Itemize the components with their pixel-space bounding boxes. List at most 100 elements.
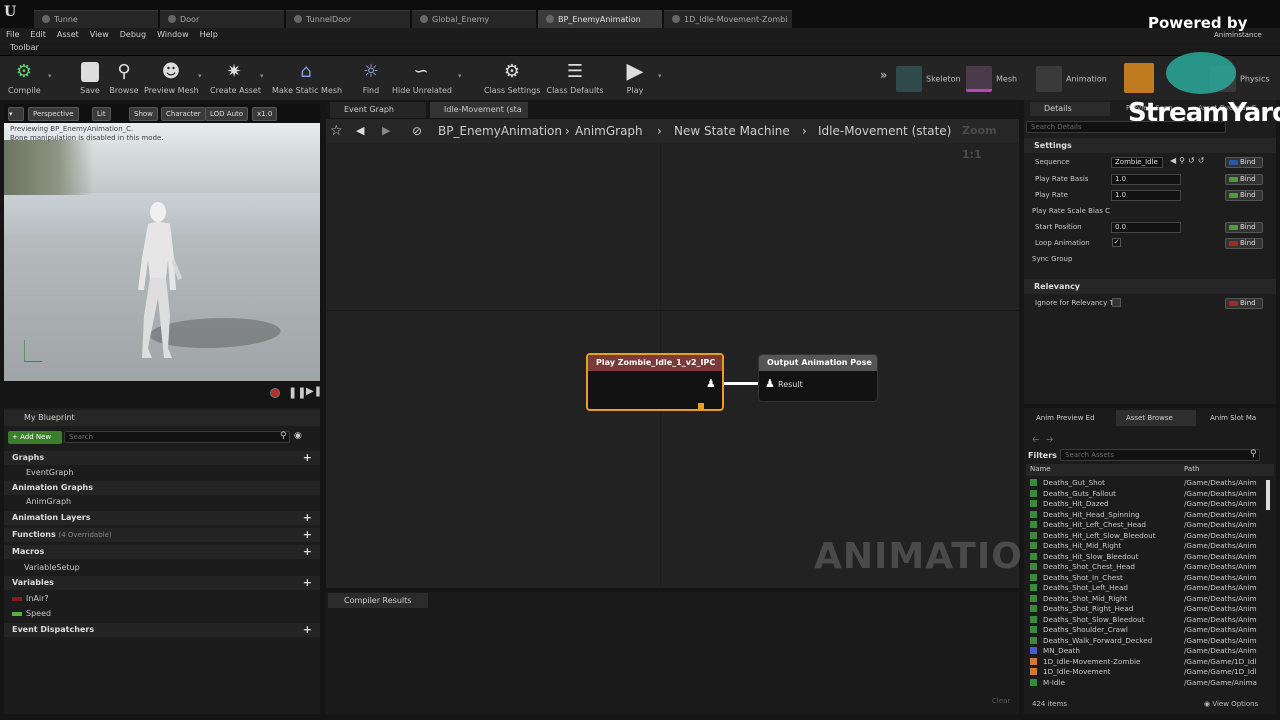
asset-back-icon[interactable]: 🡠 xyxy=(1032,432,1039,448)
start-position-input[interactable]: 0.0 xyxy=(1111,222,1181,233)
asset-forward-icon[interactable]: 🡢 xyxy=(1046,432,1053,448)
clear-button[interactable]: Clear xyxy=(992,697,1010,705)
play-rate-input[interactable]: 1.0 xyxy=(1111,190,1181,201)
class-defaults-button[interactable]: ☰ Class Defaults xyxy=(546,58,604,96)
play-rate-bind-button[interactable]: Bind xyxy=(1225,190,1263,201)
pose-input-pin-icon[interactable]: ♟ xyxy=(765,377,775,390)
sequence-bind-button[interactable]: Bind xyxy=(1225,157,1263,168)
output-pose-node[interactable]: Output Animation Pose ♟ Result xyxy=(758,354,878,402)
add-macro-icon[interactable]: + xyxy=(303,545,312,559)
lod-button[interactable]: LOD Auto xyxy=(205,107,249,121)
favorite-star-icon[interactable]: ☆ xyxy=(330,119,343,143)
section-event-dispatchers[interactable]: Event Dispatchers + xyxy=(4,623,320,637)
add-function-icon[interactable]: + xyxy=(303,528,312,542)
asset-search-input[interactable]: Search Assets xyxy=(1060,449,1260,461)
tab-bp-enemyanimation[interactable]: BP_EnemyAnimation xyxy=(538,10,662,28)
menu-view[interactable]: View xyxy=(84,28,114,39)
preview-mesh-dropdown-icon[interactable]: ▾ xyxy=(198,72,202,80)
breadcrumb-animgraph[interactable]: AnimGraph xyxy=(575,119,643,143)
skeleton-mode-button[interactable]: Skeleton xyxy=(896,66,961,92)
asset-row[interactable]: Deaths_Shot_Chest_Head/Game/Deaths/Anim xyxy=(1030,562,1270,573)
name-column-header[interactable]: Name xyxy=(1030,465,1051,473)
my-blueprint-tab[interactable]: My Blueprint xyxy=(4,410,320,426)
asset-browser-tab[interactable]: Asset Browse xyxy=(1116,410,1196,426)
play-rate-basis-input[interactable]: 1.0 xyxy=(1111,174,1181,185)
ignore-relevancy-checkbox[interactable] xyxy=(1112,298,1121,307)
play-rate-basis-bind-button[interactable]: Bind xyxy=(1225,174,1263,185)
asset-row[interactable]: Deaths_Shoulder_Crawl/Game/Deaths/Anim xyxy=(1030,625,1270,636)
viewport-options-button[interactable]: ▾ xyxy=(8,107,24,121)
menu-debug[interactable]: Debug xyxy=(114,28,151,39)
add-dispatcher-icon[interactable]: + xyxy=(303,623,312,637)
menu-asset[interactable]: Asset xyxy=(51,28,84,39)
section-animation-layers[interactable]: Animation Layers + xyxy=(4,511,320,525)
record-icon[interactable] xyxy=(270,388,280,398)
play-dropdown-icon[interactable]: ▾ xyxy=(658,72,662,80)
asset-row[interactable]: 1D_Idle-Movement/Game/Game/1D_Idl xyxy=(1030,667,1270,678)
asset-row[interactable]: Deaths_Hit_Head_Spinning/Game/Deaths/Ani… xyxy=(1030,510,1270,521)
relevancy-section[interactable]: Relevancy xyxy=(1024,279,1276,294)
path-column-header[interactable]: Path xyxy=(1184,465,1199,473)
browse-button[interactable]: ⚲ Browse xyxy=(108,58,140,96)
blueprint-search-input[interactable]: Search xyxy=(64,431,290,443)
asset-row[interactable]: Deaths_Hit_Mid_Right/Game/Deaths/Anim xyxy=(1030,541,1270,552)
anim-slot-manager-tab[interactable]: Anim Slot Ma xyxy=(1200,410,1276,426)
playback-speed-button[interactable]: x1.0 xyxy=(252,107,278,121)
view-options-button[interactable]: ◉ View Options xyxy=(1204,700,1258,708)
sync-group-row[interactable]: Sync Group xyxy=(1024,251,1276,267)
play-rate-scale-row[interactable]: Play Rate Scale Bias C xyxy=(1024,203,1276,219)
section-functions[interactable]: Functions (4 Overridable) + xyxy=(4,528,320,542)
item-var-inair[interactable]: InAir? xyxy=(4,592,320,606)
tab-1d-idle-movement-zombi[interactable]: 1D_Idle-Movement-Zombi xyxy=(664,10,792,28)
asset-row[interactable]: Deaths_Hit_Slow_Bleedout/Game/Deaths/Ani… xyxy=(1030,552,1270,563)
details-search-input[interactable]: Search Details xyxy=(1026,121,1226,133)
show-button[interactable]: Show xyxy=(129,107,158,121)
menu-edit[interactable]: Edit xyxy=(24,28,51,39)
section-macros[interactable]: Macros + xyxy=(4,545,320,559)
character-button[interactable]: Character xyxy=(161,107,206,121)
section-graphs[interactable]: Graphs + xyxy=(4,451,320,465)
tab-event-graph[interactable]: Event Graph xyxy=(330,102,426,118)
pause-icon[interactable]: ❚❚ xyxy=(288,386,306,399)
compile-dropdown-icon[interactable]: ▾ xyxy=(48,72,52,80)
sequence-dropdown[interactable]: Zombie_Idle xyxy=(1111,157,1163,168)
filters-button[interactable]: Filters ▾ xyxy=(1028,451,1064,460)
asset-row[interactable]: Deaths_Shot_In_Chest/Game/Deaths/Anim xyxy=(1030,573,1270,584)
asset-row[interactable]: M-Idle/Game/Game/Anima xyxy=(1030,678,1270,689)
asset-scrollbar[interactable] xyxy=(1266,480,1270,510)
save-button[interactable]: Save xyxy=(76,58,104,95)
loop-animation-bind-button[interactable]: Bind xyxy=(1225,238,1263,249)
item-var-speed[interactable]: Speed xyxy=(4,607,320,621)
menu-help[interactable]: Help xyxy=(194,28,223,39)
tab-global-enemy[interactable]: Global_Enemy xyxy=(412,10,536,28)
animation-mode-button[interactable]: Animation xyxy=(1036,66,1107,92)
asset-row[interactable]: Deaths_Shot_Mid_Right/Game/Deaths/Anim xyxy=(1030,594,1270,605)
lit-button[interactable]: Lit xyxy=(92,107,111,121)
menu-file[interactable]: File xyxy=(0,28,24,39)
sequence-actions-icon[interactable]: ◀⚲↺↺ xyxy=(1170,156,1207,165)
asset-row[interactable]: Deaths_Hit_Dazed/Game/Deaths/Anim xyxy=(1030,499,1270,510)
preview-mesh-button[interactable]: ☻ Preview Mesh xyxy=(144,58,199,96)
settings-section[interactable]: Settings xyxy=(1024,138,1276,153)
start-position-bind-button[interactable]: Bind xyxy=(1225,222,1263,233)
visibility-eye-icon[interactable]: ◉ xyxy=(294,431,302,441)
asset-row[interactable]: Deaths_Guts_Fallout/Game/Deaths/Anim xyxy=(1030,489,1270,500)
create-asset-button[interactable]: ✷ Create Asset xyxy=(210,58,261,96)
pose-output-pin-icon[interactable]: ♟ xyxy=(706,377,716,390)
forward-arrow-icon[interactable]: ▶ xyxy=(382,119,390,143)
node-resize-handle[interactable] xyxy=(698,403,704,409)
details-tab[interactable]: Details xyxy=(1030,102,1110,116)
mesh-mode-button[interactable]: Mesh xyxy=(966,66,1017,92)
asset-row[interactable]: Deaths_Walk_Forward_Decked/Game/Deaths/A… xyxy=(1030,636,1270,647)
ignore-relevancy-bind-button[interactable]: Bind xyxy=(1225,298,1263,309)
asset-row[interactable]: Deaths_Hit_Left_Chest_Head/Game/Deaths/A… xyxy=(1030,520,1270,531)
mode-overflow-icon[interactable]: » xyxy=(880,68,887,82)
menu-window[interactable]: Window xyxy=(151,28,194,39)
asset-row[interactable]: Deaths_Shot_Right_Head/Game/Deaths/Anim xyxy=(1030,604,1270,615)
hide-unrelated-dropdown-icon[interactable]: ▾ xyxy=(458,72,462,80)
loop-animation-checkbox[interactable]: ✓ xyxy=(1112,238,1121,247)
item-variablesetup[interactable]: VariableSetup xyxy=(4,561,320,575)
back-arrow-icon[interactable]: ◀ xyxy=(356,119,364,143)
tab-tunneldoor[interactable]: TunnelDoor xyxy=(286,10,410,28)
class-settings-button[interactable]: ⚙ Class Settings xyxy=(484,58,540,96)
